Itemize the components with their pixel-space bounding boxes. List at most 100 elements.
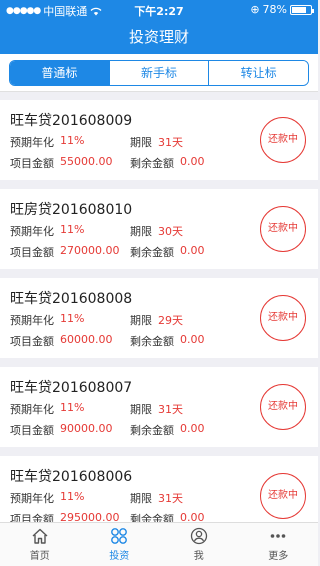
remain-value: 0.00 [180, 422, 205, 435]
remain-value: 0.00 [180, 155, 205, 168]
term-cell: 期限 30天 [130, 223, 183, 239]
amount-label: 项目金额 [10, 335, 54, 348]
item-row-amount: 项目金额 55000.00 剩余金额 0.00 [10, 155, 205, 171]
tabbar-item-0[interactable]: 首页 [0, 523, 80, 566]
list-item[interactable]: 旺车贷201608008 预期年化 11% 期限 29天项目金额 60000.00 剩余金额… [0, 278, 318, 358]
rotation-lock-icon: ⊕ [250, 3, 260, 16]
invest-icon [80, 527, 160, 545]
more-icon [239, 527, 319, 545]
tabbar-item-1[interactable]: 投资 [80, 523, 160, 566]
item-title: 旺车贷201608006 [10, 469, 133, 485]
tabbar-item-3[interactable]: 更多 [239, 523, 319, 566]
tabbar-item-2[interactable]: 我 [159, 523, 239, 566]
tab-2[interactable]: 转让标 [209, 61, 308, 85]
term-value: 31天 [158, 403, 183, 416]
remain-cell: 剩余金额 0.00 [130, 155, 205, 171]
term-label: 期限 [130, 403, 152, 416]
remain-label: 剩余金额 [130, 424, 174, 437]
list-item[interactable]: 旺房贷201608010 预期年化 11% 期限 30天项目金额 270000.00 剩余金… [0, 189, 318, 269]
term-cell: 期限 31天 [130, 134, 183, 150]
remain-label: 剩余金额 [130, 513, 174, 522]
remain-cell: 剩余金额 0.00 [130, 422, 205, 438]
rate-cell: 预期年化 11% [10, 401, 130, 417]
remain-value: 0.00 [180, 244, 205, 257]
term-value: 31天 [158, 136, 183, 149]
term-label: 期限 [130, 225, 152, 238]
amount-value: 90000.00 [60, 422, 113, 435]
amount-cell: 项目金额 295000.00 [10, 511, 130, 522]
status-bar: ●●●●● 中国联通 下午2:27 ⊕ 78% [0, 0, 318, 20]
item-row-rate: 预期年化 11% 期限 31天 [10, 401, 183, 417]
item-title: 旺车贷201608007 [10, 380, 133, 396]
item-row-amount: 项目金额 295000.00 剩余金额 0.00 [10, 511, 205, 522]
list-item[interactable]: 旺车贷201608006 预期年化 11% 期限 31天项目金额 295000.00 剩余金… [0, 456, 318, 522]
remain-cell: 剩余金额 0.00 [130, 333, 205, 349]
item-row-rate: 预期年化 11% 期限 31天 [10, 490, 183, 506]
remain-value: 0.00 [180, 511, 205, 522]
term-value: 31天 [158, 492, 183, 505]
amount-label: 项目金额 [10, 424, 54, 437]
bottom-tab-bar: 首页 投资 我 更多 [0, 522, 318, 566]
tabbar-label: 投资 [109, 551, 130, 562]
item-title: 旺车贷201608008 [10, 291, 133, 307]
term-cell: 期限 29天 [130, 312, 183, 328]
term-value: 30天 [158, 225, 183, 238]
tab-1[interactable]: 新手标 [109, 61, 210, 85]
home-icon [0, 527, 80, 545]
rate-cell: 预期年化 11% [10, 312, 130, 328]
investment-list[interactable]: 旺车贷201608009 预期年化 11% 期限 31天 项目金额 55000.00 剩余金额… [0, 92, 318, 522]
status-badge: 还款中 [260, 117, 306, 163]
term-label: 期限 [130, 314, 152, 327]
rate-cell: 预期年化 11% [10, 490, 130, 506]
rate-label: 预期年化 [10, 403, 54, 416]
item-row-amount: 项目金额 270000.00 剩余金额 0.00 [10, 244, 205, 260]
amount-label: 项目金额 [10, 157, 54, 170]
item-row-rate: 预期年化 11% 期限 31天 [10, 134, 183, 150]
rate-label: 预期年化 [10, 492, 54, 505]
tab-0[interactable]: 普通标 [10, 61, 110, 85]
rate-value: 11% [60, 401, 85, 414]
amount-cell: 项目金额 60000.00 [10, 333, 130, 349]
rate-cell: 预期年化 11% [10, 134, 130, 150]
rate-label: 预期年化 [10, 314, 54, 327]
amount-cell: 项目金额 270000.00 [10, 244, 130, 260]
tabbar-label: 首页 [29, 551, 50, 562]
remain-cell: 剩余金额 0.00 [130, 511, 205, 522]
list-item[interactable]: 旺车贷201608007 预期年化 11% 期限 31天项目金额 90000.00 剩余金额… [0, 367, 318, 447]
battery-percent: 78% [262, 3, 287, 16]
user-icon [159, 527, 239, 545]
rate-value: 11% [60, 312, 85, 325]
list-item[interactable]: 旺车贷201608009 预期年化 11% 期限 31天项目金额 55000.00 剩余金额… [0, 100, 318, 180]
rate-label: 预期年化 [10, 225, 54, 238]
rate-cell: 预期年化 11% [10, 223, 130, 239]
amount-cell: 项目金额 55000.00 [10, 155, 130, 171]
tab-bar-container: 普通标 新手标 转让标 [0, 54, 318, 92]
status-right: ⊕ 78% [250, 3, 314, 16]
item-title: 旺房贷201608010 [10, 202, 133, 218]
battery-icon [290, 4, 314, 15]
rate-value: 11% [60, 223, 85, 236]
item-title: 旺车贷201608009 [10, 113, 133, 129]
item-row-rate: 预期年化 11% 期限 30天 [10, 223, 183, 239]
amount-cell: 项目金额 90000.00 [10, 422, 130, 438]
segmented-tabs: 普通标 新手标 转让标 [9, 60, 309, 86]
amount-label: 项目金额 [10, 513, 54, 522]
item-row-amount: 项目金额 60000.00 剩余金额 0.00 [10, 333, 205, 349]
remain-label: 剩余金额 [130, 335, 174, 348]
term-label: 期限 [130, 492, 152, 505]
item-row-rate: 预期年化 11% 期限 29天 [10, 312, 183, 328]
status-badge: 还款中 [260, 206, 306, 252]
amount-value: 60000.00 [60, 333, 113, 346]
tabbar-label: 我 [193, 551, 204, 562]
remain-label: 剩余金额 [130, 157, 174, 170]
remain-value: 0.00 [180, 333, 205, 346]
amount-value: 295000.00 [60, 511, 120, 522]
status-badge: 还款中 [260, 473, 306, 519]
term-value: 29天 [158, 314, 183, 327]
term-label: 期限 [130, 136, 152, 149]
rate-value: 11% [60, 134, 85, 147]
battery-fill [292, 6, 307, 13]
rate-value: 11% [60, 490, 85, 503]
remain-label: 剩余金额 [130, 246, 174, 259]
rate-label: 预期年化 [10, 136, 54, 149]
